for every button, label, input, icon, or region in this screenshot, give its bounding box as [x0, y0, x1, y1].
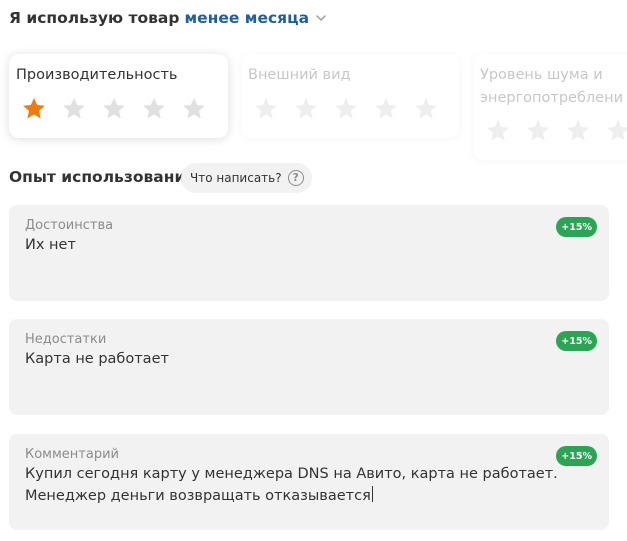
- star-rating: [485, 118, 627, 144]
- chevron-down-icon[interactable]: [315, 12, 327, 24]
- pros-value[interactable]: Их нет: [25, 234, 593, 256]
- comment-label: Комментарий: [25, 447, 119, 462]
- star-icon[interactable]: [525, 118, 551, 144]
- star-icon[interactable]: [485, 118, 511, 144]
- pros-field[interactable]: Достоинства Их нет +15%: [9, 205, 609, 301]
- bonus-badge: +15%: [556, 446, 597, 466]
- rating-title-line1: Уровень шума и: [480, 67, 603, 83]
- pros-label: Достоинства: [25, 218, 114, 233]
- star-icon[interactable]: [61, 96, 87, 122]
- help-label: Что написать?: [190, 171, 282, 185]
- rating-title-line2: энергопотреблени: [480, 90, 624, 106]
- rating-title: Производительность: [16, 67, 178, 83]
- star-icon[interactable]: [293, 96, 319, 122]
- comment-value-wrap[interactable]: Купил сегодня карту у менеджера DNS на А…: [25, 463, 593, 507]
- bonus-badge: +15%: [556, 331, 597, 351]
- star-icon[interactable]: [101, 96, 127, 122]
- rating-card-performance: Производительность: [9, 54, 228, 138]
- review-form: Я использую товар менее месяца Производи…: [0, 0, 627, 541]
- comment-field[interactable]: Комментарий Купил сегодня карту у менедж…: [9, 434, 609, 530]
- star-icon[interactable]: [333, 96, 359, 122]
- usage-prefix: Я использую товар: [9, 9, 180, 27]
- star-icon[interactable]: [373, 96, 399, 122]
- rating-card-appearance: Внешний вид: [241, 54, 460, 138]
- usage-period-line: Я использую товар менее месяца: [9, 9, 327, 27]
- star-rating: [253, 96, 453, 122]
- star-icon[interactable]: [141, 96, 167, 122]
- star-icon[interactable]: [21, 96, 47, 122]
- bonus-badge: +15%: [556, 217, 597, 237]
- star-icon[interactable]: [605, 118, 627, 144]
- rating-title: Внешний вид: [248, 67, 351, 83]
- comment-value[interactable]: Купил сегодня карту у менеджера DNS на А…: [25, 466, 558, 504]
- usage-period-dropdown[interactable]: менее месяца: [184, 9, 309, 27]
- cons-field[interactable]: Недостатки Карта не работает +15%: [9, 319, 609, 415]
- experience-title: Опыт использования: [9, 168, 196, 186]
- question-icon: ?: [287, 170, 304, 186]
- rating-card-noise: Уровень шума и энергопотреблени: [473, 54, 627, 160]
- cons-value[interactable]: Карта не работает: [25, 348, 593, 370]
- star-icon[interactable]: [253, 96, 279, 122]
- what-to-write-button[interactable]: Что написать? ?: [181, 163, 312, 193]
- star-rating: [21, 96, 221, 122]
- star-icon[interactable]: [565, 118, 591, 144]
- star-icon[interactable]: [181, 96, 207, 122]
- cons-label: Недостатки: [25, 332, 107, 347]
- star-icon[interactable]: [413, 96, 439, 122]
- text-caret: [371, 486, 373, 502]
